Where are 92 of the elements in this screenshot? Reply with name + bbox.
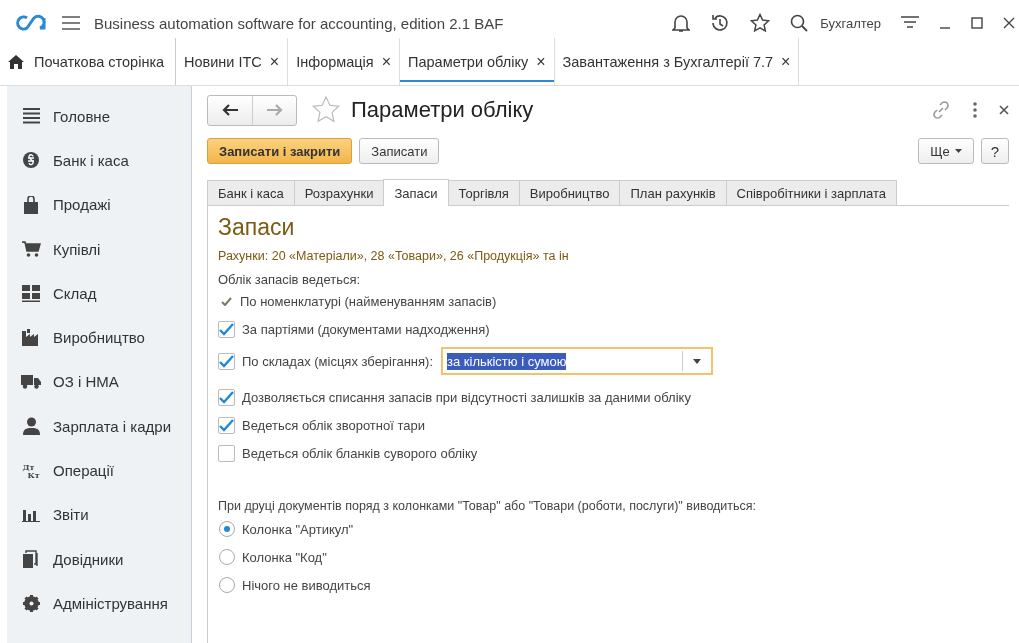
sidebar-item[interactable]: Склад bbox=[53, 284, 97, 302]
checkbox[interactable] bbox=[218, 320, 235, 338]
user-name[interactable]: Бухгалтер bbox=[820, 15, 881, 31]
section-tab[interactable]: Запаси bbox=[383, 179, 449, 206]
section-tab[interactable]: План рахунків bbox=[619, 180, 727, 205]
home-tab[interactable]: Початкова сторінка bbox=[0, 38, 176, 85]
hryvnia-coin-icon bbox=[23, 152, 39, 169]
sidebar-item[interactable]: Виробництво bbox=[53, 329, 145, 347]
form-title: Параметри обліку bbox=[351, 97, 534, 123]
checkbox[interactable] bbox=[218, 388, 235, 406]
bar-chart-icon bbox=[22, 507, 40, 522]
checkbox[interactable] bbox=[218, 444, 235, 462]
caret-icon bbox=[954, 149, 962, 153]
lines-icon bbox=[22, 108, 40, 125]
document-tab[interactable]: Новини ІТС × bbox=[176, 38, 289, 85]
document-tab[interactable]: Інформація × bbox=[288, 38, 401, 85]
history-icon[interactable] bbox=[710, 13, 731, 33]
sidebar-item[interactable]: Звіти bbox=[53, 506, 89, 524]
tab-close[interactable]: × bbox=[536, 52, 546, 71]
section-tab[interactable]: Виробництво bbox=[518, 180, 621, 205]
option-label: По номенклатурі (найменуванням запасів) bbox=[240, 293, 497, 309]
checkbox-label: Ведеться облік зворотної тари bbox=[242, 417, 425, 433]
maximize-icon[interactable] bbox=[971, 17, 983, 29]
save-button[interactable]: Записати bbox=[359, 138, 440, 164]
save-close-button[interactable]: Записати і закрити bbox=[207, 138, 353, 164]
radio-button[interactable] bbox=[219, 521, 235, 537]
checkbox[interactable] bbox=[218, 352, 235, 370]
section-tab[interactable]: Торгівля bbox=[447, 180, 520, 205]
section-tab[interactable]: Співробітники і зарплата bbox=[725, 180, 898, 205]
checkbox-label: Дозволяється списання запасів при відсутності залишків за даними обліку bbox=[242, 389, 691, 405]
group-label: При друці документів поряд з колонками "Товар" або "Товари (роботи, послуги)" виводиться: bbox=[218, 499, 758, 513]
funnel-icon[interactable] bbox=[901, 15, 919, 31]
books-icon bbox=[23, 550, 39, 569]
bag-icon bbox=[23, 195, 39, 214]
checkbox-label: По складах (місцях зберігання): bbox=[242, 353, 433, 369]
sidebar-item[interactable]: Купівлі bbox=[53, 240, 101, 258]
forward-arrow-icon bbox=[266, 104, 283, 116]
checkbox-label: Ведеться облік бланків суворого обліку bbox=[242, 445, 478, 461]
checkbox[interactable] bbox=[218, 416, 235, 434]
tab-label: Новини ІТС bbox=[184, 53, 262, 70]
document-tab[interactable]: Завантаження з Бухгалтерії 7.7 × bbox=[554, 38, 800, 85]
section-tab[interactable]: Банк і каса bbox=[207, 180, 295, 205]
checkbox-label: За партіями (документами надходження) bbox=[242, 321, 490, 337]
select-field[interactable]: за кількістю і сумою bbox=[441, 347, 713, 375]
sidebar-item[interactable]: Продажі bbox=[53, 196, 111, 214]
factory-icon bbox=[22, 329, 40, 347]
tab-close[interactable]: × bbox=[269, 52, 280, 71]
home-icon bbox=[8, 54, 24, 69]
radio-button[interactable] bbox=[219, 577, 235, 593]
close-icon[interactable] bbox=[1003, 17, 1015, 29]
sidebar-item[interactable]: Зарплата і кадри bbox=[53, 417, 172, 435]
sidebar-item[interactable]: Адміністрування bbox=[53, 594, 168, 612]
link-icon[interactable] bbox=[931, 100, 951, 120]
radio-label: Колонка "Артикул" bbox=[242, 521, 354, 537]
tab-close[interactable]: × bbox=[381, 52, 392, 71]
dropdown-icon[interactable] bbox=[693, 358, 701, 364]
more-button[interactable]: Ще bbox=[918, 138, 974, 164]
accounts-note: Рахунки: 20 «Матеріали», 28 «Товари», 26 «Продукція» та ін bbox=[218, 249, 570, 263]
tab-label: Параметри обліку bbox=[408, 53, 529, 70]
section-tab[interactable]: Розрахунки bbox=[293, 180, 385, 205]
tab-label: Початкова сторінка bbox=[34, 53, 165, 70]
section-heading: Запаси bbox=[218, 214, 296, 241]
sidebar-item[interactable]: Головне bbox=[53, 107, 110, 125]
document-tab[interactable]: Параметри обліку × bbox=[400, 38, 555, 85]
bell-icon[interactable] bbox=[672, 13, 691, 33]
sidebar-item[interactable]: ОЗ і НМА bbox=[53, 373, 119, 391]
more-icon[interactable] bbox=[973, 102, 977, 118]
debit-credit-icon: Дт Кт bbox=[22, 462, 40, 479]
sidebar-item[interactable]: Банк і каса bbox=[53, 151, 129, 169]
star-icon[interactable] bbox=[750, 13, 771, 33]
help-button[interactable]: ? bbox=[980, 138, 1009, 164]
cart-icon bbox=[21, 241, 41, 258]
menu-icon[interactable] bbox=[62, 16, 80, 30]
tab-label: Інформація bbox=[296, 53, 374, 70]
tab-label: Завантаження з Бухгалтерії 7.7 bbox=[562, 53, 774, 70]
tab-close[interactable]: × bbox=[781, 52, 791, 71]
close-icon[interactable] bbox=[999, 105, 1009, 115]
search-icon[interactable] bbox=[790, 14, 809, 32]
truck-icon bbox=[21, 374, 41, 390]
sidebar-item[interactable]: Довідники bbox=[53, 550, 124, 568]
gear-icon bbox=[22, 594, 40, 612]
window-title: Business automation software for accounting, edition 2.1 BAF bbox=[94, 14, 504, 32]
logo-icon bbox=[14, 14, 48, 32]
sidebar-item[interactable]: Операції bbox=[53, 462, 114, 479]
person-icon bbox=[22, 417, 40, 436]
grid-icon bbox=[22, 284, 40, 302]
back-arrow-icon bbox=[222, 104, 238, 116]
radio-button[interactable] bbox=[219, 549, 235, 565]
radio-label: Нічого не виводиться bbox=[242, 577, 371, 593]
group-label: Облік запасів ведеться: bbox=[218, 272, 362, 287]
radio-label: Колонка "Код" bbox=[242, 549, 327, 565]
star-icon[interactable] bbox=[311, 95, 341, 125]
